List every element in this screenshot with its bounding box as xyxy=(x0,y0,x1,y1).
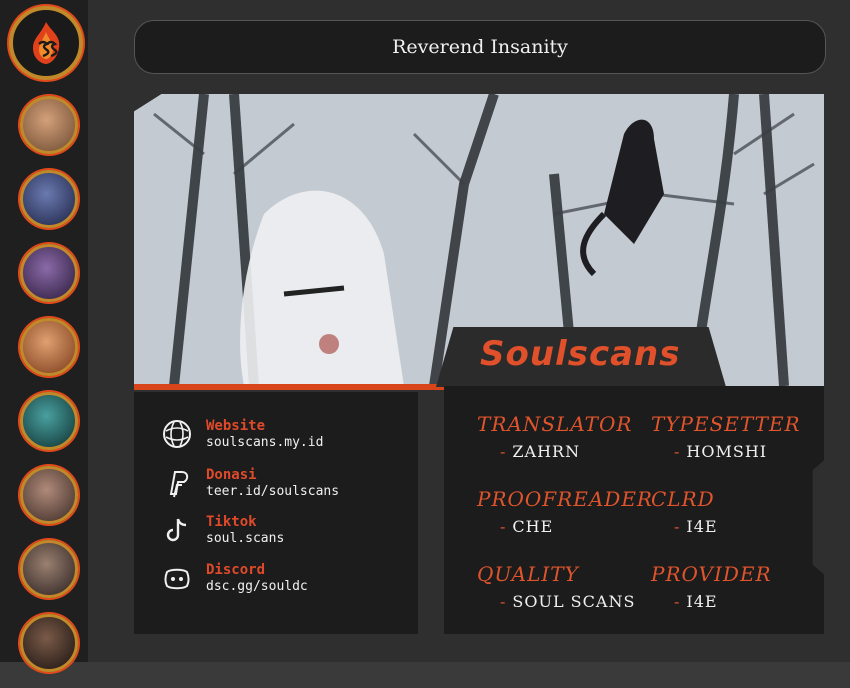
title-bar: Reverend Insanity xyxy=(134,20,826,74)
avatar[interactable] xyxy=(20,170,78,228)
credit-role: TRANSLATOR xyxy=(477,412,633,436)
avatar[interactable] xyxy=(20,318,78,376)
discord-icon xyxy=(162,563,192,593)
credit-name: - HOMSHI xyxy=(674,442,768,461)
avatar[interactable] xyxy=(20,466,78,524)
credit-role: TYPESETTER xyxy=(651,412,801,436)
credit-role: QUALITY xyxy=(477,562,579,586)
brand-name: Soulscans xyxy=(480,334,681,374)
avatar-list xyxy=(20,96,78,688)
credit-name: - SOUL SCANS xyxy=(500,592,636,611)
credit-name: - CHE xyxy=(500,517,554,536)
credit-role: CLRD xyxy=(651,487,715,511)
tiktok-link[interactable]: Tiktok soul.scans xyxy=(162,510,284,550)
donation-link[interactable]: Donasi teer.id/soulscans xyxy=(162,463,339,503)
credit-name: - I4E xyxy=(674,592,718,611)
avatar[interactable] xyxy=(20,96,78,154)
website-link[interactable]: Website soulscans.my.id xyxy=(162,414,323,454)
avatar[interactable] xyxy=(20,540,78,598)
link-value: dsc.gg/souldc xyxy=(206,578,308,594)
avatar[interactable] xyxy=(20,614,78,672)
link-value: soulscans.my.id xyxy=(206,434,324,450)
avatar[interactable] xyxy=(20,244,78,302)
link-value: soul.scans xyxy=(206,530,285,546)
link-value: teer.id/soulscans xyxy=(206,483,340,499)
accent-bar xyxy=(134,384,444,390)
flame-logo-icon xyxy=(33,22,60,64)
link-label: Discord xyxy=(206,561,266,578)
link-label: Website xyxy=(206,417,266,434)
credit-role: PROOFREADER xyxy=(477,487,653,511)
page-title: Reverend Insanity xyxy=(392,36,568,58)
credit-name: - I4E xyxy=(674,517,718,536)
link-label: Donasi xyxy=(206,466,257,483)
credit-role: PROVIDER xyxy=(651,562,772,586)
credit-name: - ZAHRN xyxy=(500,442,581,461)
site-logo[interactable] xyxy=(9,6,83,80)
tiktok-icon xyxy=(162,515,192,545)
paypal-icon xyxy=(162,468,192,498)
discord-link[interactable]: Discord dsc.gg/souldc xyxy=(162,558,308,598)
globe-icon xyxy=(162,419,192,449)
avatar[interactable] xyxy=(20,392,78,450)
sidebar xyxy=(0,0,88,672)
link-label: Tiktok xyxy=(206,513,257,530)
